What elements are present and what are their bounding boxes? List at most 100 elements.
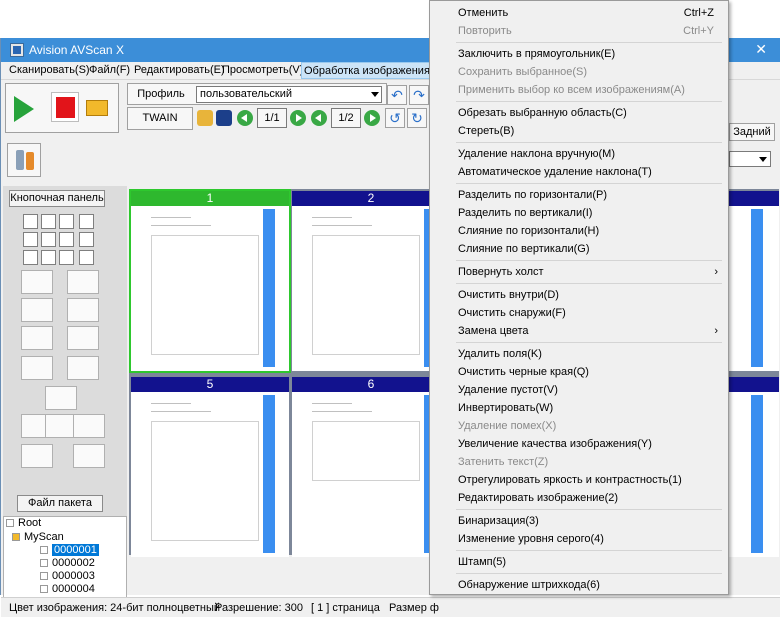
fit-width-icon[interactable]	[59, 232, 74, 247]
menu-clear-outside[interactable]: Очистить снаружи(F)	[430, 304, 728, 322]
menu-edit-image[interactable]: Редактировать изображение(2)	[430, 489, 728, 507]
open-file-icon[interactable]	[197, 110, 213, 126]
flip-vertical-icon[interactable]	[73, 444, 105, 468]
menu-clear-black-edges[interactable]: Очистить черные края(Q)	[430, 363, 728, 381]
tree-item[interactable]: 0000002	[40, 557, 95, 570]
export-icon[interactable]	[67, 270, 99, 294]
menu-scan[interactable]: Сканировать(S)	[7, 64, 92, 76]
menu-image-processing[interactable]: Обработка изображения(I)	[301, 62, 444, 79]
menu-merge-vertical[interactable]: Слияние по вертикали(G)	[430, 240, 728, 258]
properties-icon[interactable]	[7, 143, 41, 177]
menu-shade-text[interactable]: Затенить текст(Z)	[430, 453, 728, 471]
menu-manual-deskew[interactable]: Удаление наклона вручную(M)	[430, 145, 728, 163]
tree-root[interactable]: Root	[6, 517, 41, 530]
menu-auto-deskew[interactable]: Автоматическое удаление наклона(T)	[430, 163, 728, 181]
rotate-left-icon[interactable]: ↺	[385, 108, 405, 128]
thumbnail[interactable]: 5	[131, 377, 289, 557]
stop-button[interactable]	[51, 92, 79, 122]
paste-icon[interactable]	[67, 326, 99, 350]
menu-view[interactable]: Просмотреть(V)	[220, 64, 305, 76]
menu-split-vertical[interactable]: Разделить по вертикали(I)	[430, 204, 728, 222]
page-icon	[40, 546, 48, 555]
tree-item[interactable]: 0000003	[40, 570, 95, 583]
menu-enhance-quality[interactable]: Увеличение качества изображения(Y)	[430, 435, 728, 453]
batch-file-button[interactable]: Файл пакета	[17, 495, 103, 512]
tree-item[interactable]: 0000004	[40, 583, 95, 596]
menu-color-replace[interactable]: Замена цвета ›	[430, 322, 728, 340]
menu-remove-holes[interactable]: Удаление пустот(V)	[430, 381, 728, 399]
thumbnail[interactable]: 1	[129, 189, 291, 373]
menu-barcode-detection[interactable]: Обнаружение штрихкода(6)	[430, 576, 728, 594]
prev-image-icon[interactable]	[311, 110, 327, 126]
menu-redo[interactable]: Повторить Ctrl+Y	[430, 22, 728, 40]
page-icon	[40, 585, 48, 594]
thumbnail[interactable]: 6	[292, 377, 450, 557]
hand-icon[interactable]	[79, 250, 94, 265]
fit-height-icon[interactable]	[79, 232, 94, 247]
menu-undo[interactable]: Отменить Ctrl+Z	[430, 4, 728, 22]
menu-brightness-contrast[interactable]: Отрегулировать яркость и контрастность(1…	[430, 471, 728, 489]
open-folder-icon[interactable]	[86, 100, 108, 116]
menu-edit[interactable]: Редактировать(E)	[132, 64, 227, 76]
scan-start-icon[interactable]	[14, 96, 34, 122]
menu-despeckle[interactable]: Удаление помех(X)	[430, 417, 728, 435]
send-icon[interactable]	[21, 356, 53, 380]
delete-icon[interactable]	[21, 298, 53, 322]
trash-icon[interactable]	[67, 298, 99, 322]
zoom-out-icon[interactable]	[23, 250, 38, 265]
menu-binarization[interactable]: Бинаризация(3)	[430, 512, 728, 530]
import-icon[interactable]	[21, 270, 53, 294]
page-icon	[40, 559, 48, 568]
menu-clear-inside[interactable]: Очистить внутри(D)	[430, 286, 728, 304]
menu-remove-margins[interactable]: Удалить поля(K)	[430, 345, 728, 363]
menu-file[interactable]: Файл(F)	[87, 64, 132, 76]
menu-crop[interactable]: Обрезать выбранную область(C)	[430, 104, 728, 122]
tree-folder[interactable]: MyScan	[12, 531, 64, 544]
menu-merge-horizontal[interactable]: Слияние по горизонтали(H)	[430, 222, 728, 240]
next-page-icon[interactable]	[290, 110, 306, 126]
flip-horizontal-icon[interactable]	[21, 444, 53, 468]
status-size: Размер ф	[389, 602, 439, 614]
rotate-90-icon[interactable]: ↻	[407, 108, 427, 128]
view-page-icon[interactable]	[59, 214, 74, 229]
view-single-icon[interactable]	[23, 214, 38, 229]
prev-page-icon[interactable]	[237, 110, 253, 126]
zoom-in-icon[interactable]	[23, 232, 38, 247]
back-side-button[interactable]: Задний	[729, 123, 775, 141]
menu-apply-all[interactable]: Применить выбор ко всем изображениям(A)	[430, 81, 728, 99]
close-icon[interactable]: ✕	[755, 41, 767, 58]
rotate-cw-icon[interactable]: ↷	[409, 85, 429, 105]
menu-separator	[456, 573, 722, 574]
ocr-icon[interactable]	[67, 356, 99, 380]
menu-invert[interactable]: Инвертировать(W)	[430, 399, 728, 417]
thumbnail[interactable]: 2	[292, 191, 450, 371]
twain-button[interactable]: TWAIN	[127, 107, 193, 130]
profile-select[interactable]: пользовательский	[196, 86, 382, 103]
save-disk-icon[interactable]	[45, 386, 77, 410]
menu-save-selection[interactable]: Сохранить выбранное(S)	[430, 63, 728, 81]
lasso-icon[interactable]	[59, 250, 74, 265]
save-icon[interactable]	[216, 110, 232, 126]
menu-split-horizontal[interactable]: Разделить по горизонтали(P)	[430, 186, 728, 204]
window-title: Avision AVScan X	[29, 43, 124, 57]
profile-box: Профиль пользовательский	[127, 83, 387, 105]
rotate-right-arrow-icon[interactable]	[73, 414, 105, 438]
menu-separator	[456, 283, 722, 284]
menu-gray-level[interactable]: Изменение уровня серого(4)	[430, 530, 728, 548]
menu-stamp[interactable]: Штамп(5)	[430, 553, 728, 571]
view-grid-icon[interactable]	[79, 214, 94, 229]
next-image-icon[interactable]	[364, 110, 380, 126]
fit-icon[interactable]	[41, 232, 56, 247]
tree-item[interactable]: 0000001	[40, 544, 99, 557]
view-dual-icon[interactable]	[41, 214, 56, 229]
select-icon[interactable]	[41, 250, 56, 265]
copy-icon[interactable]	[21, 326, 53, 350]
menu-enclose-rect[interactable]: Заключить в прямоугольник(E)	[430, 45, 728, 63]
page-indicator-a: 1/1	[257, 108, 287, 128]
menu-erase[interactable]: Стереть(B)	[430, 122, 728, 140]
menu-rotate-canvas-label: Повернуть холст	[458, 266, 544, 278]
thumbnail-number: 5	[131, 377, 289, 392]
menu-rotate-canvas[interactable]: Повернуть холст ›	[430, 263, 728, 281]
rotate-ccw-90-icon[interactable]: ↶	[387, 85, 407, 105]
right-combo[interactable]	[729, 151, 771, 167]
